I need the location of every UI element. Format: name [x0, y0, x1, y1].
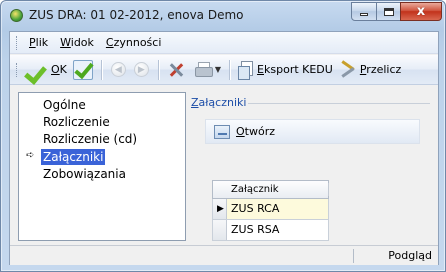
przelicz-button[interactable]: Przelicz [336, 58, 404, 82]
forward-icon[interactable]: ▶ [133, 62, 149, 77]
open-form-icon [214, 124, 230, 139]
menu-bar: Plik Widok Czynności [10, 32, 438, 54]
tree-item-rozliczenie[interactable]: Rozliczenie [43, 114, 110, 130]
toolbar-grip-handle[interactable] [16, 62, 19, 77]
przelicz-icon [339, 61, 357, 79]
close-button[interactable]: x [400, 2, 442, 21]
approve-document-button[interactable] [70, 58, 96, 82]
tree-item-zobowiazania[interactable]: Zobowiązania [43, 166, 126, 182]
back-icon[interactable]: ◀ [110, 62, 126, 77]
menu-widok[interactable]: Widok [54, 34, 100, 51]
client-area: Plik Widok Czynności OK ◀ ▶ ▼ Eksport KE… [9, 31, 439, 265]
open-label: Otwórz [236, 125, 276, 138]
check-icon [26, 60, 48, 80]
column-header-zalacznik: Załącznik [231, 184, 279, 195]
ok-label: OK [51, 63, 67, 76]
toolbar-separator [100, 59, 102, 80]
ok-button[interactable]: OK [23, 58, 70, 82]
tools-icon [167, 61, 185, 79]
table-row[interactable]: ▶ ZUS RCA [212, 199, 329, 220]
navigation-tree: Ogólne Rozliczenie Rozliczenie (cd) ➪ Za… [18, 92, 186, 241]
close-icon: x [416, 4, 426, 19]
export-kedu-label: Eksport KEDU [257, 63, 333, 76]
minimize-icon [360, 13, 368, 16]
row-indicator[interactable] [213, 220, 227, 240]
open-button[interactable]: Otwórz [205, 119, 420, 144]
grid-column-header[interactable]: Załącznik [212, 180, 329, 199]
tree-item-ogolne[interactable]: Ogólne [43, 97, 86, 113]
status-separator [353, 249, 354, 263]
table-cell: ZUS RCA [231, 202, 280, 215]
selection-arrow-icon: ➪ [26, 150, 35, 161]
status-bar: Podgląd [10, 245, 438, 265]
group-divider [248, 103, 430, 104]
menu-plik[interactable]: Plik [23, 34, 54, 51]
group-title: Załączniki [191, 96, 250, 109]
table-row[interactable]: ZUS RSA [212, 220, 329, 241]
toolbar-separator [229, 59, 231, 80]
status-mode: Podgląd [388, 249, 432, 262]
approve-doc-icon [72, 59, 93, 80]
przelicz-label: Przelicz [359, 63, 402, 76]
print-icon [194, 62, 213, 77]
current-row-arrow-icon: ▶ [217, 204, 224, 214]
toolbar-separator [157, 59, 159, 80]
app-window: ZUS DRA: 01 02-2012, enova Demo x Plik W… [0, 0, 446, 272]
attachments-panel: Załączniki Otwórz Załącznik ▶ ZUS RCA ZU… [190, 92, 434, 241]
minimize-button[interactable] [351, 2, 377, 21]
column-resize-handle[interactable] [328, 183, 329, 196]
tools-button[interactable] [164, 58, 188, 82]
menu-grip-handle[interactable] [16, 35, 19, 50]
menu-czynnosci[interactable]: Czynności [100, 34, 167, 51]
tree-item-zalaczniki[interactable]: Załączniki [41, 149, 106, 165]
window-title: ZUS DRA: 01 02-2012, enova Demo [29, 8, 244, 22]
maximize-button[interactable] [376, 2, 401, 21]
chevron-down-icon[interactable]: ▼ [215, 65, 221, 74]
tree-item-rozliczenie-cd[interactable]: Rozliczenie (cd) [43, 131, 137, 147]
title-bar[interactable]: ZUS DRA: 01 02-2012, enova Demo x [1, 1, 445, 29]
toolbar: OK ◀ ▶ ▼ Eksport KEDU Przelicz [10, 55, 438, 85]
maximize-icon [383, 7, 394, 16]
enova-app-icon[interactable] [10, 9, 23, 22]
export-kedu-button[interactable]: Eksport KEDU [235, 58, 336, 82]
print-button[interactable]: ▼ [188, 58, 224, 82]
table-cell: ZUS RSA [231, 223, 280, 236]
row-indicator[interactable]: ▶ [213, 199, 227, 219]
export-kedu-icon [238, 60, 254, 80]
